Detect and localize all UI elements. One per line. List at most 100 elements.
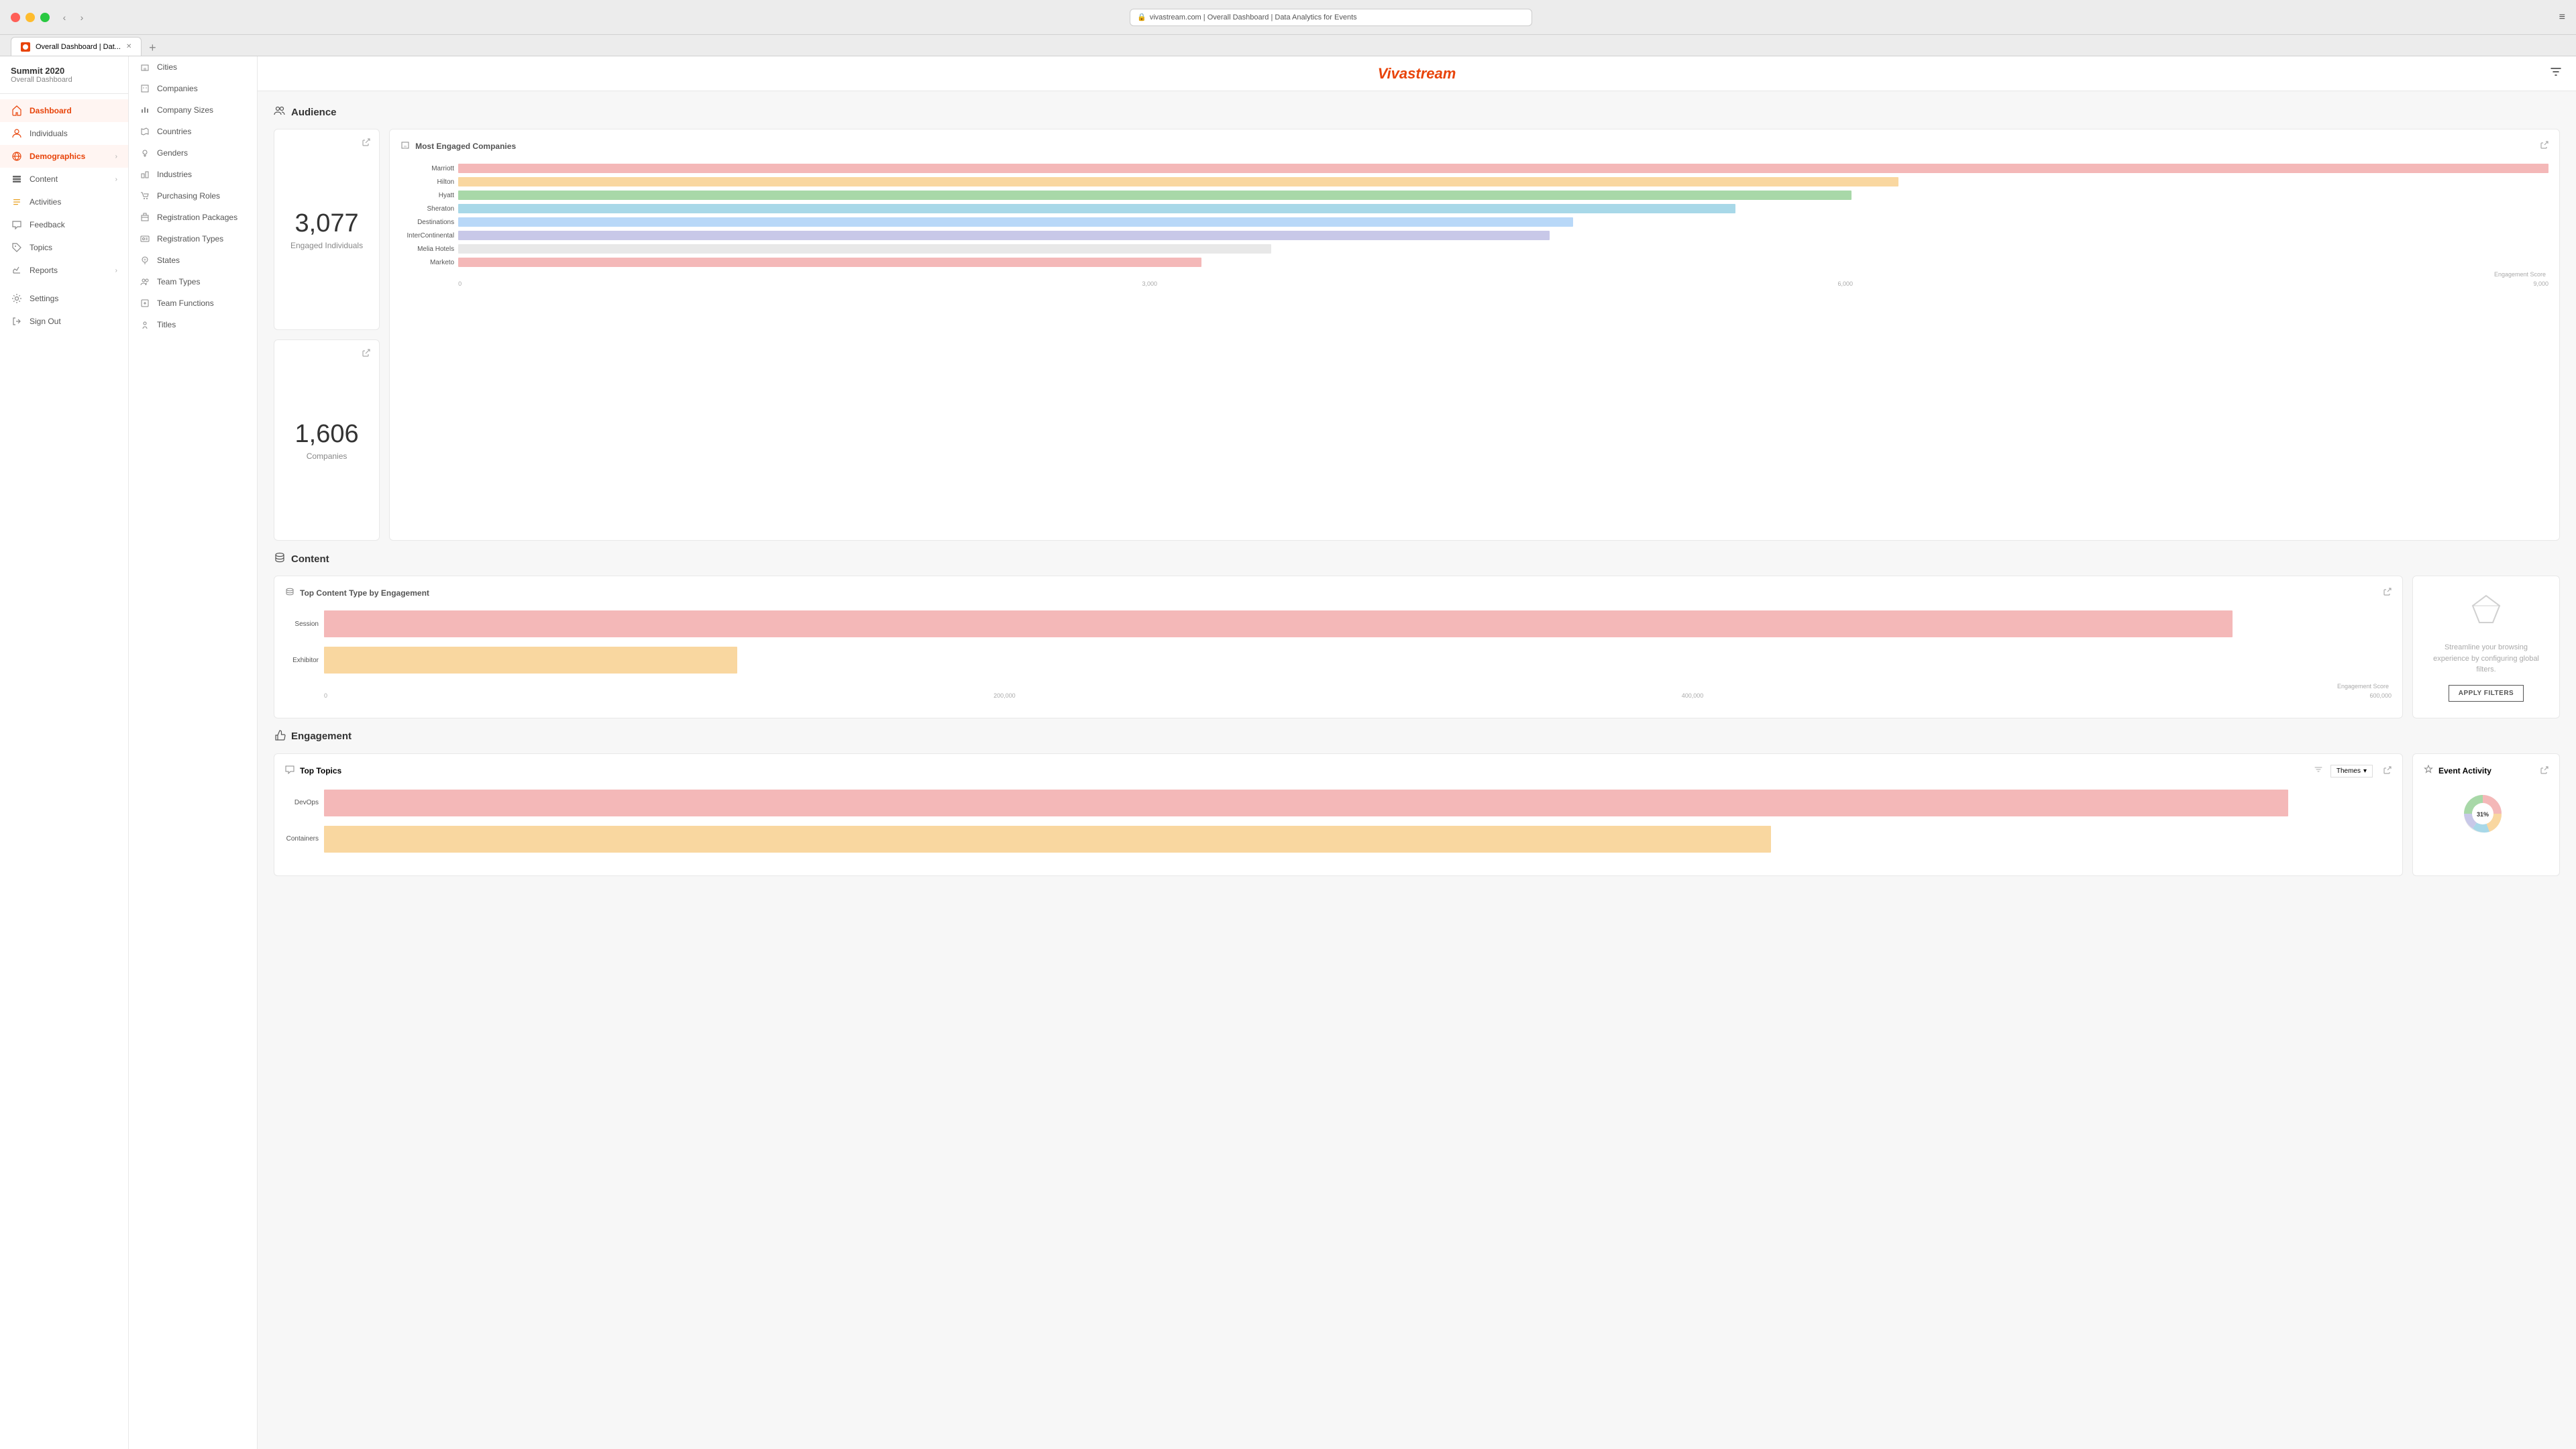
company-bar-track [458, 217, 2548, 227]
submenu-item-genders[interactable]: Genders [129, 142, 257, 164]
forward-button[interactable]: › [75, 11, 89, 24]
sidebar-item-activities[interactable]: Activities [0, 191, 128, 213]
topics-link[interactable] [2383, 766, 2392, 776]
content-bar-row: Session [285, 610, 2392, 637]
submenu-item-team-types[interactable]: Team Types [129, 271, 257, 292]
home-icon [11, 105, 23, 117]
office-icon [140, 83, 150, 94]
company-bar-track [458, 231, 2548, 240]
sidebar-header: Summit 2020 Overall Dashboard [0, 56, 128, 94]
company-bar-row: Marriott [400, 164, 2548, 173]
content-bar-label: Exhibitor [285, 657, 319, 664]
company-bar-track [458, 244, 2548, 254]
tab-favicon [21, 42, 30, 52]
database-icon [274, 551, 286, 566]
engaged-individuals-link[interactable] [362, 138, 371, 149]
top-content-link[interactable] [2383, 588, 2392, 598]
submenu-item-team-functions[interactable]: Team Functions [129, 292, 257, 314]
new-tab-button[interactable]: + [144, 40, 160, 56]
company-bar-label: Marriott [400, 165, 454, 172]
minimize-button[interactable] [25, 13, 35, 22]
lock-icon: 🔒 [1137, 13, 1146, 21]
chevron-right-icon2: › [115, 176, 117, 183]
topics-header: Top Topics Themes ▾ [285, 765, 2392, 777]
map-icon [140, 126, 150, 137]
companies-link[interactable] [362, 348, 371, 360]
chevron-right-icon3: › [115, 267, 117, 274]
back-button[interactable]: ‹ [58, 11, 71, 24]
tab-close-icon[interactable]: ✕ [126, 43, 131, 50]
sidebar-label-feedback: Feedback [30, 220, 65, 229]
event-activity-header: Event Activity [2424, 765, 2548, 777]
sidebar-label-individuals: Individuals [30, 129, 68, 138]
content-axis: 0200,000400,000600,000 [285, 692, 2392, 699]
dashboard-content: Audience 3,077 Engaged Individuals 1,606… [258, 91, 2576, 890]
sidebar-item-content[interactable]: Content › [0, 168, 128, 191]
content-bar-fill [324, 610, 2233, 637]
sidebar-item-settings[interactable]: Settings [0, 287, 128, 310]
brand-logo: Vivastream [1378, 65, 1456, 83]
topic-bar-row: Containers [285, 826, 2392, 853]
submenu-item-registration-types[interactable]: Registration Types [129, 228, 257, 250]
content-bar-track [324, 610, 2392, 637]
sidebar-item-reports[interactable]: Reports › [0, 259, 128, 282]
sidebar-item-topics[interactable]: Topics [0, 236, 128, 259]
exit-icon [11, 315, 23, 327]
gear-icon [11, 292, 23, 305]
bar-chart-axis: 03,0006,0009,000 [400, 280, 2548, 287]
sidebar-item-demographics[interactable]: Demographics › [0, 145, 128, 168]
sidebar-item-dashboard[interactable]: Dashboard [0, 99, 128, 122]
svg-text:31%: 31% [2477, 811, 2489, 818]
submenu-item-company-sizes[interactable]: Company Sizes [129, 99, 257, 121]
themes-chevron-icon: ▾ [2363, 767, 2367, 775]
app-layout: Summit 2020 Overall Dashboard Dashboard … [0, 56, 2576, 1449]
content-engagement-label: Engagement Score [285, 683, 2392, 690]
sidebar-item-signout[interactable]: Sign Out [0, 310, 128, 333]
maximize-button[interactable] [40, 13, 50, 22]
sidebar-item-feedback[interactable]: Feedback [0, 213, 128, 236]
sidebar-label-demographics: Demographics [30, 152, 85, 161]
audience-cards-row: 3,077 Engaged Individuals 1,606 Companie… [274, 129, 2560, 541]
submenu-item-titles[interactable]: Titles [129, 314, 257, 335]
content-chart-icon [285, 587, 294, 598]
topic-bar-row: DevOps [285, 790, 2392, 816]
demographics-submenu: Cities Companies Company Sizes Countries… [129, 56, 258, 1449]
sidebar-label-settings: Settings [30, 294, 58, 303]
company-bar-track [458, 204, 2548, 213]
audience-icon [274, 105, 286, 119]
submenu-item-registration-packages[interactable]: Registration Packages [129, 207, 257, 228]
top-topics-card: Top Topics Themes ▾ DevOps [274, 753, 2403, 876]
top-content-header: Top Content Type by Engagement [285, 587, 2392, 598]
submenu-item-purchasing-roles[interactable]: Purchasing Roles [129, 185, 257, 207]
close-button[interactable] [11, 13, 20, 22]
company-bar-row: InterContinental [400, 231, 2548, 240]
most-engaged-link[interactable] [2540, 141, 2548, 151]
themes-dropdown[interactable]: Themes ▾ [2330, 765, 2373, 777]
browser-tab[interactable]: Overall Dashboard | Dat... ✕ [11, 37, 142, 56]
filter-button[interactable] [2549, 65, 2563, 82]
event-activity-link[interactable] [2540, 766, 2548, 776]
submenu-item-cities[interactable]: Cities [129, 56, 257, 78]
company-bar-label: Hilton [400, 178, 454, 186]
apply-filters-button[interactable]: APPLY FILTERS [2449, 685, 2524, 702]
content-title: Content [291, 553, 329, 565]
company-bar-label: Sheraton [400, 205, 454, 213]
engagement-score-label: Engagement Score [400, 271, 2548, 278]
submenu-item-states[interactable]: States [129, 250, 257, 271]
sidebar-item-individuals[interactable]: Individuals [0, 122, 128, 145]
app-name: Summit 2020 [11, 66, 117, 76]
browser-menu-button[interactable]: ≡ [2559, 11, 2565, 23]
submenu-item-industries[interactable]: Industries [129, 164, 257, 185]
sidebar-label-reports: Reports [30, 266, 58, 275]
sidebar-label-dashboard: Dashboard [30, 106, 72, 115]
event-activity-pie: 31% [2424, 787, 2548, 841]
company-bar-track [458, 164, 2548, 173]
tag-icon [11, 241, 23, 254]
main-header: Vivastream [258, 56, 2576, 91]
submenu-item-countries[interactable]: Countries [129, 121, 257, 142]
submenu-item-companies[interactable]: Companies [129, 78, 257, 99]
company-bar-fill [458, 177, 1898, 186]
person-icon [11, 127, 23, 140]
reports-icon [11, 264, 23, 276]
browser-chrome: ‹ › 🔒 vivastream.com | Overall Dashboard… [0, 0, 2576, 56]
